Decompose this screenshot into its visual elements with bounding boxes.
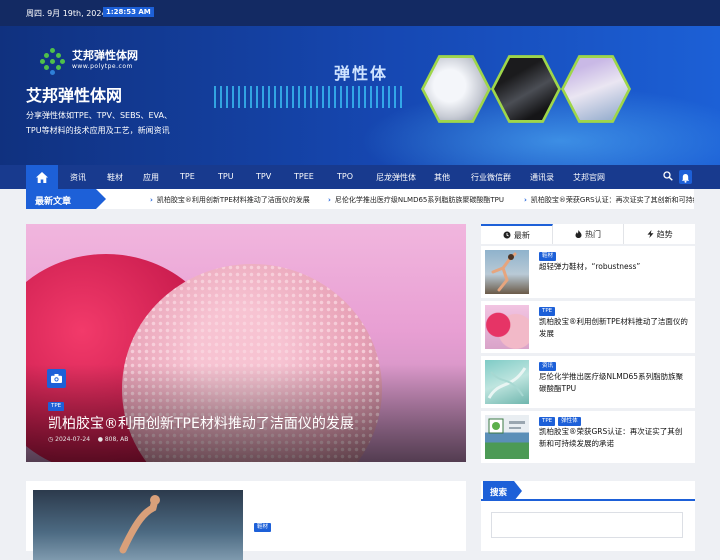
athlete-figure [119, 495, 160, 554]
sidebar-post-title[interactable]: 凯柏胶宝®荣获GRS认证：再次证实了其创新和可持续发展的承诺 [539, 426, 689, 450]
gallery-button[interactable] [47, 369, 66, 388]
post-meta: ◷ 2024-07-24 ● 808, AB [48, 436, 128, 443]
post-category-tag[interactable]: TPE [539, 417, 556, 426]
latest-articles-ticker: 最新文章 凯柏胶宝®利用创新TPE材料推动了洁面仪的发展 尼伦化学推出医疗级NL… [26, 189, 694, 209]
site-description: 分享弹性体如TPE、TPV、SEBS、EVA、TPU等材料的技术应用及工艺，新闻… [26, 111, 172, 135]
fire-icon [575, 230, 582, 238]
post-card[interactable]: 鞋材 [26, 481, 466, 560]
home-icon [36, 171, 48, 183]
runner-figure [491, 252, 517, 292]
tab-label: 热门 [585, 229, 601, 239]
bell-icon [681, 174, 690, 183]
banner-slogan: 弹性体 [334, 64, 389, 83]
tab-label: 趋势 [656, 229, 673, 239]
banner-bars-decoration [214, 86, 404, 108]
logo-url: www.polytpe.com [72, 63, 133, 70]
user-icon: ● [97, 436, 103, 443]
nav-item-tpee[interactable]: TPEE [294, 172, 314, 181]
clock-icon: ◷ [48, 436, 54, 443]
nav-item-tpu[interactable]: TPU [218, 172, 234, 181]
tab-popular[interactable]: 热门 [553, 224, 625, 244]
search-widget: 搜索 [481, 481, 695, 551]
nav-item-wechat-groups[interactable]: 行业微信群 [471, 172, 511, 183]
site-title[interactable]: 艾邦弹性体网 [26, 82, 122, 106]
nav-item-news[interactable]: 资讯 [70, 172, 86, 183]
ticker-track: 凯柏胶宝®利用创新TPE材料推动了洁面仪的发展 尼伦化学推出医疗级NLMD65系… [106, 189, 694, 209]
sidebar-post-tabs: 最新 热门 趋势 [481, 224, 695, 244]
tab-trending[interactable]: 趋势 [624, 224, 695, 244]
post-category-tag[interactable]: 资讯 [539, 362, 557, 371]
post-thumbnail-grs-certificate[interactable] [485, 415, 529, 459]
bolt-icon [647, 230, 654, 238]
main-navigation: 资讯 鞋材 应用 TPE TPU TPV TPEE TPO 尼龙弹性体 其他 行… [0, 165, 720, 189]
widget-header: 搜索 [481, 481, 695, 501]
nav-home-button[interactable] [26, 165, 58, 189]
nav-item-shoe-materials[interactable]: 鞋材 [107, 172, 123, 183]
post-thumbnail-brush[interactable] [485, 305, 529, 349]
ticker-item[interactable]: 凯柏胶宝®荣获GRS认证：再次证实了其创新和可持续发展的承 [524, 195, 694, 205]
post-thumbnail-medical-tubing[interactable] [485, 360, 529, 404]
logo-name: 艾邦弹性体网 [72, 49, 138, 62]
notification-button[interactable] [679, 170, 692, 184]
ticker-label: 最新文章 [26, 189, 106, 209]
site-header-banner: 艾邦弹性体网 www.polytpe.com 艾邦弹性体网 分享弹性体如TPE、… [0, 26, 720, 165]
sidebar-post-title[interactable]: 尼伦化学推出医疗级NLMD65系列脂肪族聚碳酸酯TPU [539, 371, 689, 395]
ticker-item[interactable]: 凯柏胶宝®利用创新TPE材料推动了洁面仪的发展 [150, 195, 310, 205]
nav-item-nylon-elastomer[interactable]: 尼龙弹性体 [376, 172, 416, 183]
nav-item-directory[interactable]: 通讯录 [530, 172, 554, 183]
top-bar: 周四. 9月 19th, 2024 1:28:53 AM [0, 0, 720, 26]
tab-latest[interactable]: 最新 [481, 224, 553, 244]
nav-item-tpo[interactable]: TPO [337, 172, 353, 181]
current-time: 1:28:53 AM [103, 7, 154, 17]
clock-icon [503, 231, 511, 239]
sidebar-post[interactable]: 鞋材 超轻弹力鞋材，“robustness” [481, 246, 695, 298]
post-thumbnail-runner[interactable] [485, 250, 529, 294]
site-logo[interactable]: 艾邦弹性体网 www.polytpe.com [40, 46, 150, 76]
tab-label: 最新 [513, 230, 530, 240]
post-image-athlete[interactable] [33, 490, 243, 560]
nav-item-tpv[interactable]: TPV [256, 172, 271, 181]
sidebar-post[interactable]: 资讯 尼伦化学推出医疗级NLMD65系列脂肪族聚碳酸酯TPU [481, 356, 695, 408]
post-category-tag[interactable]: 鞋材 [254, 523, 272, 532]
nav-item-applications[interactable]: 应用 [143, 172, 159, 183]
featured-post-title[interactable]: 凯柏胶宝®利用创新TPE材料推动了洁面仪的发展 [48, 413, 354, 433]
ticker-item[interactable]: 尼伦化学推出医疗级NLMD65系列脂肪族聚碳酸酯TPU [328, 195, 504, 205]
widget-title: 搜索 [483, 481, 523, 501]
post-category-tag[interactable]: 鞋材 [539, 252, 557, 261]
tubing-figure [487, 367, 527, 399]
camera-icon [51, 374, 62, 383]
search-input[interactable] [491, 512, 683, 538]
post-date: 2024-07-24 [55, 436, 91, 443]
nav-item-tpe[interactable]: TPE [180, 172, 195, 181]
nav-item-other[interactable]: 其他 [434, 172, 450, 183]
search-icon[interactable] [663, 171, 673, 181]
sidebar-post-title[interactable]: 凯柏胶宝®利用创新TPE材料推动了洁面仪的发展 [539, 316, 689, 340]
sidebar-post[interactable]: TPE 弹性体 凯柏胶宝®荣获GRS认证：再次证实了其创新和可持续发展的承诺 [481, 411, 695, 463]
current-date: 周四. 9月 19th, 2024 [26, 9, 107, 18]
certificate-figure [488, 418, 525, 434]
logo-dots-icon [40, 48, 66, 75]
nav-item-official-site[interactable]: 艾邦官网 [573, 172, 605, 183]
post-category-tag[interactable]: 弹性体 [558, 417, 581, 426]
sidebar-post-title[interactable]: 超轻弹力鞋材，“robustness” [539, 261, 689, 273]
featured-post[interactable]: TPE 凯柏胶宝®利用创新TPE材料推动了洁面仪的发展 ◷ 2024-07-24… [26, 224, 466, 462]
sidebar-post[interactable]: TPE 凯柏胶宝®利用创新TPE材料推动了洁面仪的发展 [481, 301, 695, 353]
post-category-tag[interactable]: TPE [48, 402, 65, 411]
post-author[interactable]: 808, AB [105, 436, 129, 443]
post-category-tag[interactable]: TPE [539, 307, 556, 316]
